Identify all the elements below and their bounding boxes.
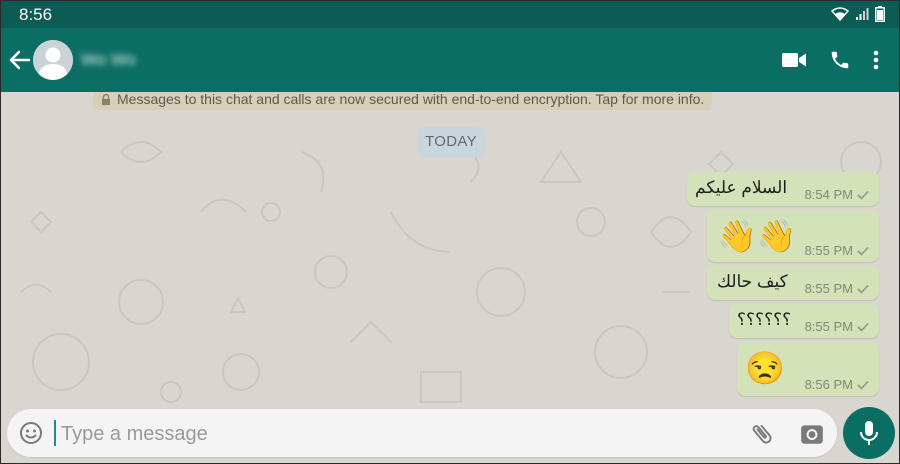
video-call-icon [782, 53, 806, 67]
microphone-icon [860, 421, 878, 445]
message-text: 😒 [745, 350, 785, 386]
status-time: 8:56 [19, 5, 53, 24]
attachment-paperclip-icon[interactable] [749, 421, 775, 447]
lock-icon [102, 94, 110, 105]
date-divider: TODAY [417, 127, 485, 157]
message-field-container [7, 409, 837, 457]
message-text: 👋👋 [717, 218, 797, 254]
signal-icon [856, 8, 869, 20]
encryption-notice-text: Messages to this chat and calls are now … [117, 92, 705, 107]
encryption-notice[interactable]: Messages to this chat and calls are now … [93, 92, 713, 110]
message-time: 8:55 PM [804, 319, 853, 334]
message-composer [1, 406, 899, 463]
battery-icon [875, 6, 885, 22]
more-options-icon [873, 50, 879, 70]
emoji-icon[interactable] [19, 421, 43, 445]
whatsapp-chat-screen: 8:56 Wo Wo Messages to this chat and cal… [0, 0, 900, 464]
message-text: كيف حالك [717, 272, 788, 291]
wifi-icon [831, 7, 849, 21]
outgoing-message[interactable]: 😒 8:56 PM [737, 342, 879, 396]
sent-check-icon [857, 190, 869, 200]
outgoing-message[interactable]: 👋👋 8:55 PM [707, 210, 879, 262]
system-icons [831, 6, 885, 22]
video-call-button[interactable] [771, 44, 817, 76]
message-meta: 8:56 PM [805, 377, 869, 392]
sent-check-icon [857, 380, 869, 390]
message-time: 8:55 PM [804, 243, 853, 258]
voice-call-button[interactable] [817, 44, 863, 76]
voice-message-button[interactable] [843, 407, 895, 459]
chat-header: Wo Wo [1, 28, 899, 92]
camera-icon[interactable] [799, 421, 825, 447]
message-text: السلام عليكم [695, 178, 788, 197]
chat-messages-area[interactable]: Messages to this chat and calls are now … [1, 92, 899, 414]
sent-check-icon [857, 322, 869, 332]
message-time: 8:56 PM [804, 377, 853, 392]
outgoing-message[interactable]: كيف حالك 8:55 PM [707, 266, 879, 300]
message-time: 8:54 PM [804, 187, 853, 202]
outgoing-message[interactable]: السلام عليكم 8:54 PM [687, 172, 879, 206]
default-avatar-icon [33, 40, 73, 80]
contact-name[interactable]: Wo Wo [81, 50, 136, 70]
sent-check-icon [857, 246, 869, 256]
message-input[interactable] [59, 418, 723, 450]
sent-check-icon [857, 284, 869, 294]
message-time: 8:55 PM [804, 281, 853, 296]
contact-avatar[interactable] [33, 40, 73, 80]
message-meta: 8:54 PM [805, 187, 869, 202]
message-meta: 8:55 PM [805, 319, 869, 334]
message-text: ؟؟؟؟؟؟ [737, 310, 792, 329]
header-actions [771, 44, 889, 76]
message-meta: 8:55 PM [805, 243, 869, 258]
back-arrow-icon[interactable] [7, 47, 33, 73]
status-bar: 8:56 [1, 1, 899, 28]
text-cursor [54, 420, 56, 446]
more-options-button[interactable] [863, 44, 889, 76]
outgoing-message[interactable]: ؟؟؟؟؟؟ 8:55 PM [729, 304, 879, 338]
message-meta: 8:55 PM [805, 281, 869, 296]
voice-call-icon [831, 51, 849, 69]
